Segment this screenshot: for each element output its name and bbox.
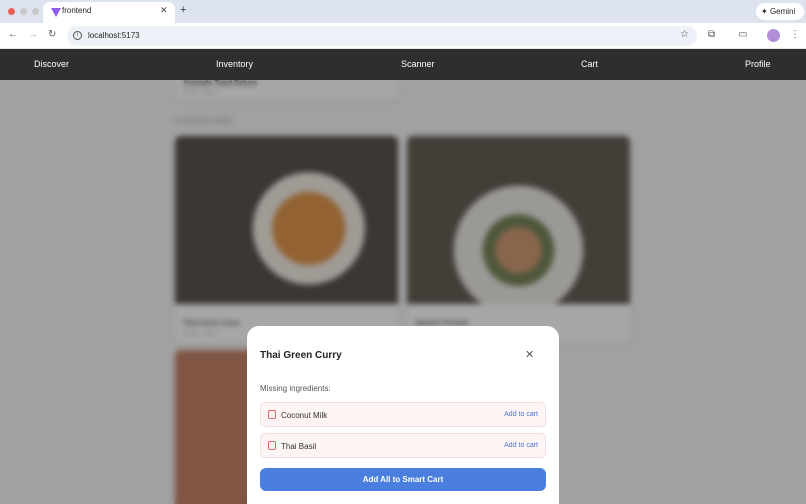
close-window-button[interactable] [8,8,15,15]
profile-avatar[interactable] [767,29,780,42]
bookmark-star-icon[interactable]: ☆ [680,29,689,40]
browser-toolbar: ← → ↻ i localhost:5173 ☆ ⧉ ▭ ⋮ [0,23,806,49]
extensions-icon[interactable]: ⧉ [708,29,715,40]
nav-cart[interactable]: Cart [581,59,598,69]
new-tab-icon[interactable]: + [180,4,186,16]
maximize-window-button[interactable] [32,8,39,15]
missing-ingredients-label: Missing ingredients: [260,384,331,393]
shopping-bag-icon [268,410,276,419]
tab-title: frontend [62,6,92,15]
nav-scanner[interactable]: Scanner [401,59,435,69]
tab-close-icon[interactable]: ✕ [160,5,168,16]
recipe-modal: Thai Green Curry ✕ Missing ingredients: … [247,326,559,504]
ingredient-row: Thai Basil Add to cart [260,433,546,458]
forward-arrow-icon[interactable]: → [28,29,38,40]
modal-title: Thai Green Curry [260,350,342,361]
ingredient-row: Coconut Milk Add to cart [260,402,546,427]
address-bar[interactable]: i localhost:5173 ☆ [67,26,697,46]
vite-favicon-icon [51,8,61,17]
nav-discover[interactable]: Discover [34,59,69,69]
add-all-to-smart-cart-button[interactable]: Add All to Smart Cart [260,468,546,491]
browser-tab[interactable]: frontend ✕ [43,2,175,23]
ingredient-name: Coconut Milk [281,411,328,420]
add-to-cart-button[interactable]: Add to cart [504,442,538,449]
gemini-button[interactable]: ✦ Gemini [756,3,804,20]
ingredient-name: Thai Basil [281,442,317,451]
gemini-sparkle-icon: ✦ [761,7,768,16]
browser-tab-bar: frontend ✕ + ✦ Gemini [0,0,806,23]
reload-icon[interactable]: ↻ [48,29,56,40]
back-arrow-icon[interactable]: ← [8,29,18,40]
site-info-icon[interactable]: i [73,31,82,40]
cast-icon[interactable]: ▭ [738,29,747,40]
menu-kebab-icon[interactable]: ⋮ [790,29,800,40]
nav-profile[interactable]: Profile [745,59,771,69]
minimize-window-button[interactable] [20,8,27,15]
url-text: localhost:5173 [88,31,140,40]
app-nav-bar: Discover Inventory Scanner Cart Profile [0,49,806,80]
nav-inventory[interactable]: Inventory [216,59,253,69]
add-to-cart-button[interactable]: Add to cart [504,411,538,418]
gemini-label: Gemini [769,7,796,16]
close-icon[interactable]: ✕ [525,348,534,361]
shopping-bag-icon [268,441,276,450]
